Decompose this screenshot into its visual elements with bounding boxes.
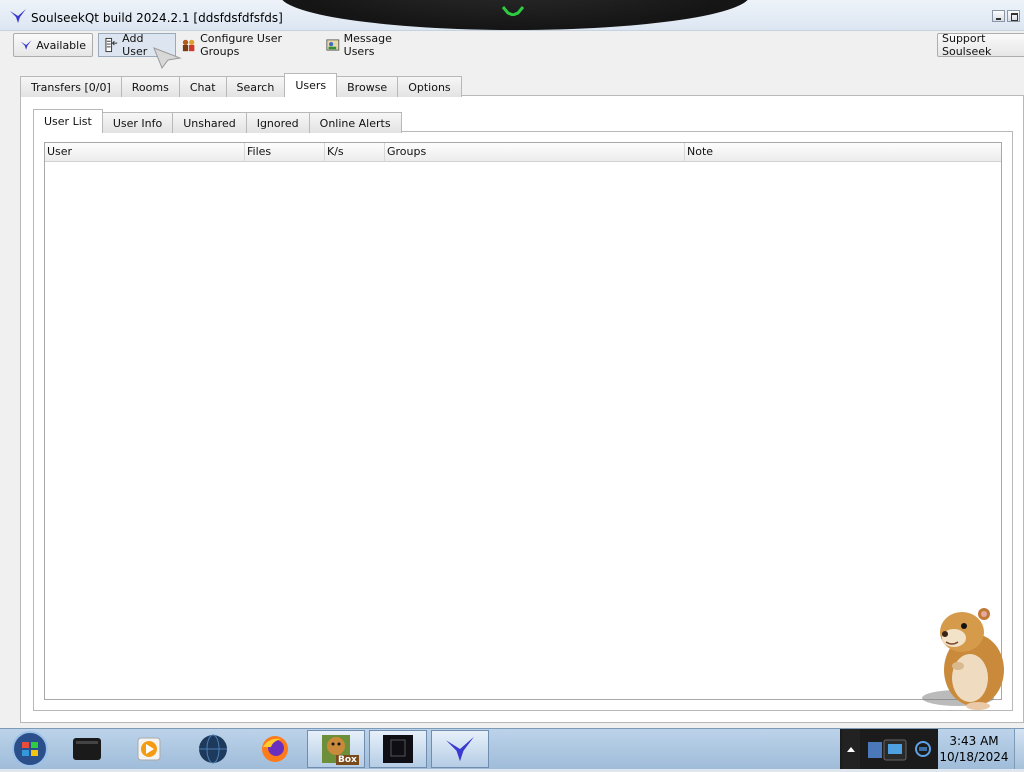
subtab-user-list[interactable]: User List: [33, 109, 103, 133]
minimize-button[interactable]: [992, 10, 1005, 22]
subtab-label: Ignored: [256, 116, 299, 130]
message-users-label: Message Users: [343, 32, 392, 58]
taskbar-app-firefox[interactable]: [246, 730, 304, 768]
clock-time: 3:43 AM: [949, 734, 999, 748]
tab-rooms[interactable]: Rooms: [120, 76, 180, 97]
subtab-label: Unshared: [183, 116, 236, 130]
main-tabs: Transfers [0/0] Rooms Chat Search Users …: [20, 73, 462, 97]
tab-label: Chat: [189, 80, 216, 94]
column-header-note[interactable]: Note: [685, 143, 1001, 161]
dark-window-icon: [383, 735, 413, 763]
tab-browse[interactable]: Browse: [336, 76, 399, 97]
taskbar-app-box[interactable]: Box: [307, 730, 365, 768]
title-bar: SoulseekQt build 2024.2.1 [ddsfdsfdfsfds…: [0, 0, 1024, 31]
subtab-label: Online Alerts: [319, 116, 391, 130]
main-window: SoulseekQt build 2024.2.1 [ddsfdsfdfsfds…: [0, 0, 1024, 728]
show-desktop-button[interactable]: [1014, 729, 1024, 769]
tab-label: Transfers [0/0]: [31, 80, 111, 94]
title-decoration-icon: [501, 6, 525, 16]
taskbar-app-soulseek[interactable]: [431, 730, 489, 768]
soulseek-bird-icon: [10, 9, 26, 23]
user-groups-icon: [182, 39, 195, 52]
tab-options[interactable]: Options: [397, 76, 462, 97]
start-button[interactable]: [6, 729, 54, 769]
window-controls: [992, 10, 1020, 22]
globe-icon: [199, 734, 227, 764]
tab-users[interactable]: Users: [284, 73, 338, 97]
subtab-label: User List: [44, 115, 92, 128]
taskbar: Box 3:43 AM 10/18/2024: [0, 728, 1024, 769]
taskbar-clock[interactable]: 3:43 AM 10/18/2024: [938, 733, 1010, 765]
message-users-button[interactable]: Message Users: [320, 32, 420, 58]
subtab-unshared[interactable]: Unshared: [172, 112, 247, 133]
subtab-user-info[interactable]: User Info: [101, 112, 174, 133]
status-label: Available: [36, 38, 86, 52]
message-users-icon: [326, 39, 340, 51]
status-button[interactable]: Available: [13, 33, 93, 57]
subtab-ignored[interactable]: Ignored: [245, 112, 310, 133]
support-soulseek-button[interactable]: Support Soulseek: [937, 32, 1024, 58]
column-header-files[interactable]: Files: [245, 143, 325, 161]
tab-search[interactable]: Search: [225, 76, 286, 97]
tab-label: Search: [236, 80, 275, 94]
user-list-table[interactable]: User Files K/s Groups Note: [44, 142, 1002, 700]
box-app-label: Box: [336, 755, 359, 765]
hamster-mascot-image: [922, 608, 1004, 710]
tab-label: Options: [408, 80, 451, 94]
taskbar-app-window[interactable]: [369, 730, 427, 768]
tab-transfers[interactable]: Transfers [0/0]: [20, 76, 122, 97]
subtab-label: User Info: [112, 116, 163, 130]
toolbar: Available Add User Configure User Groups: [0, 30, 1024, 70]
tray-network-icon[interactable]: [914, 740, 932, 758]
soulseek-bird-icon: [20, 40, 32, 50]
column-header-speed[interactable]: K/s: [325, 143, 385, 161]
clock-date: 10/18/2024: [939, 750, 1009, 764]
taskbar-app-globe[interactable]: [184, 730, 242, 768]
show-hidden-icons-button[interactable]: [842, 729, 860, 769]
terminal-icon: [73, 738, 101, 760]
firefox-icon: [262, 736, 288, 762]
tab-label: Rooms: [131, 80, 169, 94]
column-header-groups[interactable]: Groups: [385, 143, 685, 161]
users-subtabs: User List User Info Unshared Ignored Onl…: [33, 109, 402, 133]
taskbar-app-terminal[interactable]: [58, 730, 116, 768]
configure-user-groups-label: Configure User Groups: [200, 32, 282, 58]
tab-label: Users: [295, 79, 327, 92]
windows-start-icon: [12, 731, 48, 767]
table-header: User Files K/s Groups Note: [45, 143, 1001, 162]
window-title: SoulseekQt build 2024.2.1 [ddsfdsfdfsfds…: [31, 11, 283, 25]
tray-device-icon[interactable]: [866, 738, 910, 762]
add-user-icon: [105, 37, 118, 53]
support-soulseek-label: Support Soulseek: [942, 32, 992, 58]
soulseek-bird-icon: [446, 736, 474, 762]
media-player-icon: [137, 737, 161, 761]
subtab-online-alerts[interactable]: Online Alerts: [308, 112, 402, 133]
tab-chat[interactable]: Chat: [178, 76, 227, 97]
taskbar-app-media-player[interactable]: [120, 730, 178, 768]
column-header-user[interactable]: User: [45, 143, 245, 161]
configure-user-groups-button[interactable]: Configure User Groups: [176, 32, 316, 58]
chevron-up-icon: [847, 747, 855, 752]
maximize-button[interactable]: [1007, 10, 1020, 22]
tab-label: Browse: [347, 80, 388, 94]
